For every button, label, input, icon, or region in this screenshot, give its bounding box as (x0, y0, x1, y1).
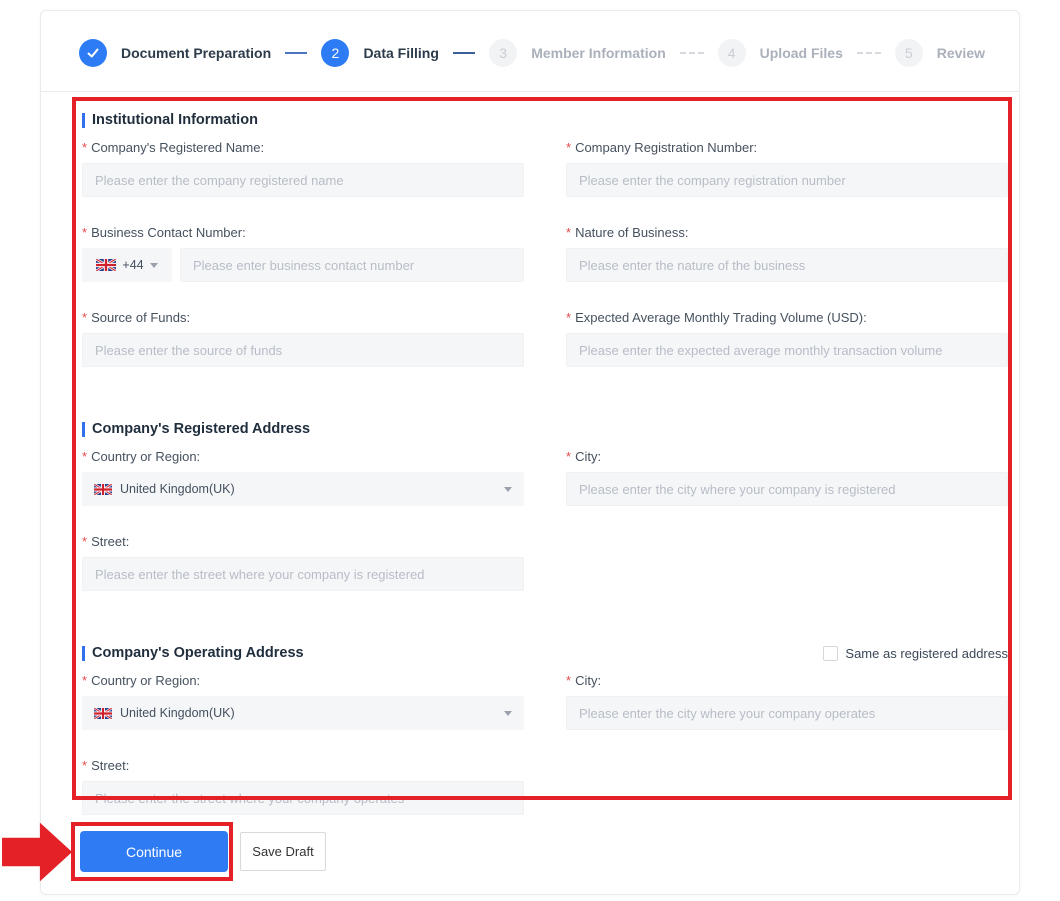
uk-flag-icon (96, 259, 116, 271)
step-2-circle: 2 (321, 39, 349, 67)
check-icon (86, 46, 100, 60)
business-contact-input[interactable] (180, 248, 524, 282)
field-label: Street: (91, 534, 129, 549)
required-asterisk: * (566, 140, 571, 155)
required-asterisk: * (566, 225, 571, 240)
field-label: Company's Registered Name: (91, 140, 264, 155)
field-label: Country or Region: (91, 449, 200, 464)
field-label: City: (575, 673, 601, 688)
required-asterisk: * (82, 758, 87, 773)
required-asterisk: * (82, 310, 87, 325)
required-asterisk: * (82, 140, 87, 155)
required-asterisk: * (566, 673, 571, 688)
dial-code-value: +44 (122, 258, 143, 272)
same-as-registered-checkbox-row[interactable]: Same as registered address (823, 646, 1008, 661)
uk-flag-icon (94, 708, 112, 719)
step-4-label: Upload Files (760, 45, 843, 61)
checkbox-label: Same as registered address (845, 646, 1008, 661)
required-asterisk: * (82, 534, 87, 549)
field-source-of-funds: * Source of Funds: (82, 310, 524, 367)
step-4-circle: 4 (718, 39, 746, 67)
progress-stepper: Document Preparation 2 Data Filling 3 Me… (41, 11, 1019, 91)
step-member-information: 3 Member Information (489, 39, 666, 67)
section-accent-bar (82, 422, 85, 437)
section-institutional-information: Institutional Information (82, 112, 1008, 128)
step-5-circle: 5 (895, 39, 923, 67)
reg-country-value: United Kingdom(UK) (120, 482, 504, 496)
field-label: Company Registration Number: (575, 140, 757, 155)
required-asterisk: * (566, 310, 571, 325)
field-nature-of-business: * Nature of Business: (566, 225, 1008, 282)
field-label: Expected Average Monthly Trading Volume … (575, 310, 867, 325)
field-reg-country: * Country or Region: United Kingdom(UK) (82, 449, 524, 506)
continue-button[interactable]: Continue (80, 831, 228, 872)
kyc-registration-page: Document Preparation 2 Data Filling 3 Me… (0, 0, 1060, 901)
field-label: Nature of Business: (575, 225, 688, 240)
field-registration-number: * Company Registration Number: (566, 140, 1008, 197)
reg-country-select[interactable]: United Kingdom(UK) (82, 472, 524, 506)
step-5-label: Review (937, 45, 985, 61)
chevron-down-icon (150, 263, 158, 268)
step-1-circle (79, 39, 107, 67)
step-connector (285, 52, 307, 54)
step-connector (453, 52, 475, 54)
step-2-label: Data Filling (363, 45, 438, 61)
section-title: Company's Registered Address (92, 421, 310, 437)
step-document-preparation: Document Preparation (79, 39, 271, 67)
op-street-input[interactable] (82, 781, 524, 815)
field-reg-city: * City: (566, 449, 1008, 506)
required-asterisk: * (82, 449, 87, 464)
form-area: Institutional Information * Company's Reg… (82, 112, 1008, 843)
section-title: Company's Operating Address (92, 645, 304, 661)
field-reg-street: * Street: (82, 534, 524, 591)
op-country-select[interactable]: United Kingdom(UK) (82, 696, 524, 730)
source-of-funds-input[interactable] (82, 333, 524, 367)
field-label: City: (575, 449, 601, 464)
section-operating-address-header: Company's Operating Address Same as regi… (82, 645, 1008, 661)
trading-volume-input[interactable] (566, 333, 1008, 367)
checkbox-unchecked[interactable] (823, 646, 838, 661)
required-asterisk: * (566, 449, 571, 464)
step-connector (857, 52, 881, 54)
step-3-label: Member Information (531, 45, 666, 61)
field-business-contact: * Business Contact Number: +44 (82, 225, 524, 282)
dial-code-select[interactable]: +44 (82, 248, 172, 282)
field-registered-name: * Company's Registered Name: (82, 140, 524, 197)
section-accent-bar (82, 646, 85, 661)
chevron-down-icon (504, 711, 512, 716)
required-asterisk: * (82, 225, 87, 240)
op-country-value: United Kingdom(UK) (120, 706, 504, 720)
step-3-circle: 3 (489, 39, 517, 67)
section-accent-bar (82, 113, 85, 128)
stepper-divider (41, 91, 1019, 92)
uk-flag-icon (94, 484, 112, 495)
step-data-filling: 2 Data Filling (321, 39, 438, 67)
field-op-city: * City: (566, 673, 1008, 730)
step-review: 5 Review (895, 39, 985, 67)
step-1-label: Document Preparation (121, 45, 271, 61)
section-operating-address: Company's Operating Address (82, 645, 304, 661)
registration-number-input[interactable] (566, 163, 1008, 197)
nature-of-business-input[interactable] (566, 248, 1008, 282)
required-asterisk: * (82, 673, 87, 688)
reg-street-input[interactable] (82, 557, 524, 591)
reg-city-input[interactable] (566, 472, 1008, 506)
section-title: Institutional Information (92, 112, 258, 128)
section-registered-address: Company's Registered Address (82, 421, 1008, 437)
op-city-input[interactable] (566, 696, 1008, 730)
step-upload-files: 4 Upload Files (718, 39, 843, 67)
field-label: Source of Funds: (91, 310, 190, 325)
field-op-street: * Street: (82, 758, 524, 815)
field-label: Country or Region: (91, 673, 200, 688)
registered-name-input[interactable] (82, 163, 524, 197)
field-trading-volume: * Expected Average Monthly Trading Volume… (566, 310, 1008, 367)
field-op-country: * Country or Region: United Kingdom(UK) (82, 673, 524, 730)
step-connector (680, 52, 704, 54)
chevron-down-icon (504, 487, 512, 492)
field-label: Street: (91, 758, 129, 773)
field-label: Business Contact Number: (91, 225, 246, 240)
save-draft-button[interactable]: Save Draft (240, 832, 326, 871)
